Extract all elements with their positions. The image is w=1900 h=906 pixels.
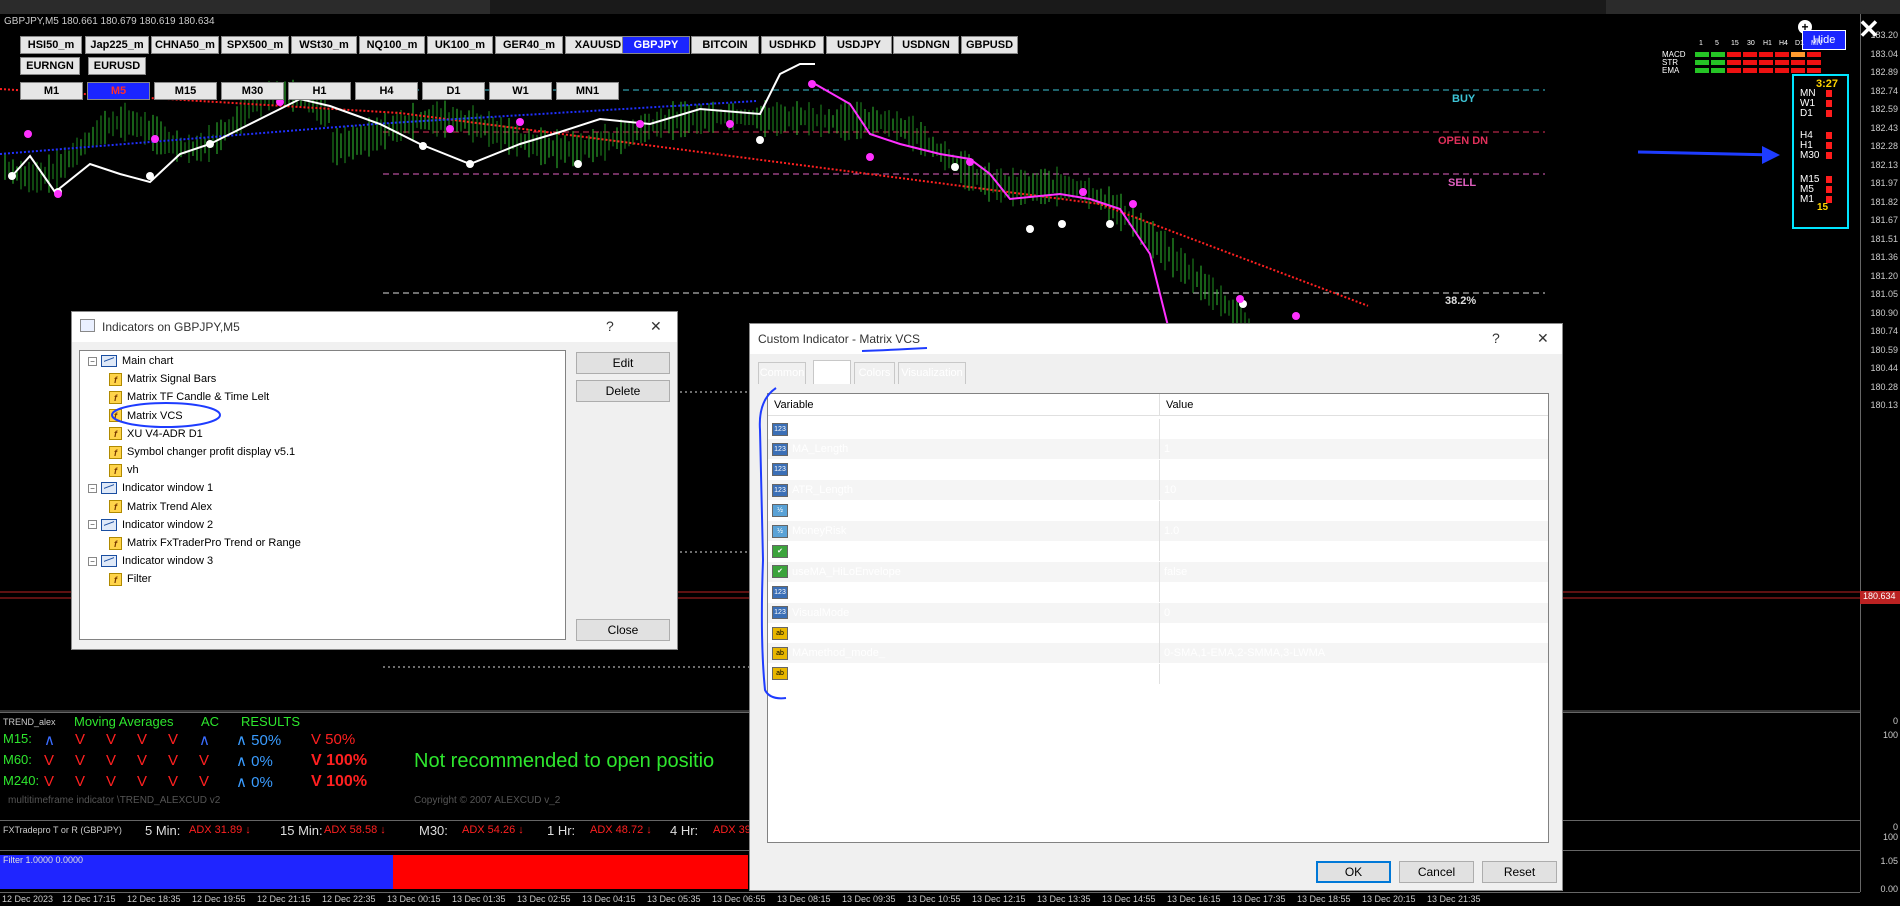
annotation-bracket [758,387,787,700]
annotation-layer [111,146,1780,700]
annotation-arrow-head [1762,146,1780,164]
annotation-underline [861,347,928,352]
annotation-circle [111,402,221,428]
annotation-arrow-shaft [1637,150,1777,157]
